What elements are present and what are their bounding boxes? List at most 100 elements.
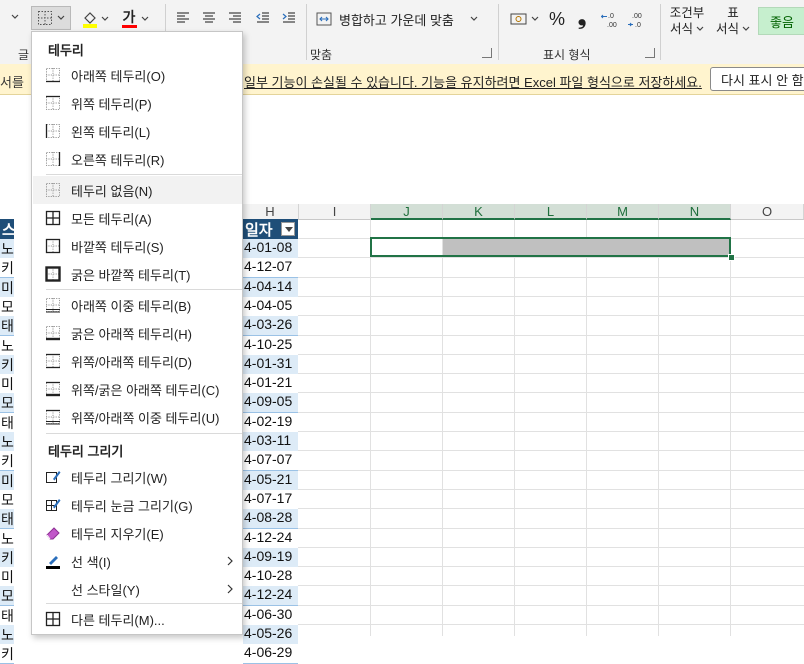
menu-item-bottom-double-border[interactable]: 아래쪽 이중 테두리(B) xyxy=(33,291,242,319)
table-cell[interactable]: 모 xyxy=(0,393,14,414)
table-cell[interactable]: 태 xyxy=(0,412,14,433)
table-cell[interactable]: 노 xyxy=(0,432,14,452)
menu-item-all-borders[interactable]: 모든 테두리(A) xyxy=(33,204,242,232)
menu-item-top-thick-bottom-border[interactable]: 위쪽/굵은 아래쪽 테두리(C) xyxy=(33,375,242,403)
date-cell[interactable]: 4-10-28 xyxy=(243,567,298,588)
date-cell[interactable]: 4-12-24 xyxy=(243,528,298,549)
fill-color-button[interactable] xyxy=(80,8,110,30)
date-cell[interactable]: 4-08-28 xyxy=(243,509,298,530)
percent-style-button[interactable]: % xyxy=(546,7,568,31)
alignment-dialog-launcher[interactable] xyxy=(482,48,492,58)
column-header-j[interactable]: J xyxy=(371,204,443,220)
menu-item-more-borders[interactable]: 다른 테두리(M)... xyxy=(33,605,242,633)
table-header-cell[interactable]: 스 xyxy=(0,219,14,239)
table-cell[interactable]: 키 xyxy=(0,451,14,472)
date-cell[interactable]: 4-09-05 xyxy=(243,393,298,414)
menu-item-bottom-border[interactable]: 아래쪽 테두리(O) xyxy=(33,61,242,89)
date-cell[interactable]: 4-05-21 xyxy=(243,470,298,491)
accounting-format-button[interactable] xyxy=(506,9,542,29)
table-cell[interactable]: 노 xyxy=(0,239,14,259)
decrease-indent-button[interactable] xyxy=(254,10,272,26)
date-cell[interactable]: 4-03-11 xyxy=(243,432,298,452)
table-cell[interactable]: 키 xyxy=(0,354,14,375)
date-cell[interactable]: 4-03-26 xyxy=(243,316,298,337)
column-header-o[interactable]: O xyxy=(731,204,804,220)
menu-item-eraser[interactable]: 테두리 지우기(E) xyxy=(33,519,242,547)
menu-item-draw-border-grid[interactable]: 테두리 눈금 그리기(G) xyxy=(33,491,242,519)
menu-item-right-border[interactable]: 오른쪽 테두리(R) xyxy=(33,145,242,173)
filter-dropdown-button[interactable] xyxy=(281,222,295,236)
column-header-m[interactable]: M xyxy=(587,204,659,220)
menu-item-top-bottom-border[interactable]: 위쪽/아래쪽 테두리(D) xyxy=(33,347,242,375)
date-cell[interactable]: 4-07-17 xyxy=(243,489,298,510)
menu-item-line-color[interactable]: 선 색(I) xyxy=(33,547,242,575)
table-cell[interactable]: 미 xyxy=(0,277,14,298)
date-cell[interactable]: 4-01-31 xyxy=(243,354,298,375)
menu-item-no-border[interactable]: 테두리 없음(N) xyxy=(33,176,242,204)
table-cell[interactable]: 미 xyxy=(0,374,14,395)
menu-item-thick-outside-borders[interactable]: 굵은 바깥쪽 테두리(T) xyxy=(33,260,242,288)
menu-item-thick-bottom-border[interactable]: 굵은 아래쪽 테두리(H) xyxy=(33,319,242,347)
column-header-k[interactable]: K xyxy=(443,204,515,220)
align-center-button[interactable] xyxy=(200,10,218,26)
table-cell[interactable]: 키 xyxy=(0,547,14,568)
font-color-button[interactable]: 가 xyxy=(118,8,152,30)
increase-decimal-button[interactable]: .0.00 xyxy=(600,8,622,30)
table-cell[interactable]: 노 xyxy=(0,335,14,356)
message-text[interactable]: 일부 기능이 손실될 수 있습니다. 기능을 유지하려면 Excel 파일 형식… xyxy=(244,72,702,91)
good-cell-style[interactable]: 좋음 xyxy=(758,7,804,35)
format-as-table-button[interactable]: 표 서식 xyxy=(711,3,755,39)
table-cell[interactable]: 태 xyxy=(0,509,14,530)
table-cell[interactable]: 노 xyxy=(0,625,14,645)
menu-item-outside-borders[interactable]: 바깥쪽 테두리(S) xyxy=(33,232,242,260)
column-header-l[interactable]: L xyxy=(515,204,587,220)
eraser-icon xyxy=(45,525,61,541)
menu-item-top-border[interactable]: 위쪽 테두리(P) xyxy=(33,89,242,117)
date-cell[interactable]: 4-06-29 xyxy=(243,644,298,664)
menu-item-line-style[interactable]: 선 스타일(Y) xyxy=(33,575,242,603)
date-cell[interactable]: 4-12-07 xyxy=(243,258,298,279)
date-cell[interactable]: 4-04-14 xyxy=(243,277,298,298)
date-cell[interactable]: 4-10-25 xyxy=(243,335,298,356)
comma-style-button[interactable]: ❟ xyxy=(573,4,591,30)
menu-item-top-double-bottom-border[interactable]: 위쪽/아래쪽 이중 테두리(U) xyxy=(33,403,242,431)
borders-button[interactable] xyxy=(31,6,71,30)
table-cell[interactable]: 태 xyxy=(0,605,14,626)
date-cell[interactable]: 4-12-24 xyxy=(243,586,298,607)
column-header-i[interactable]: I xyxy=(299,204,371,220)
table-cell[interactable]: 키 xyxy=(0,258,14,279)
align-right-button[interactable] xyxy=(226,10,244,26)
date-cell[interactable]: 4-05-26 xyxy=(243,625,298,645)
dont-show-again-button[interactable]: 다시 표시 안 함 xyxy=(710,67,804,91)
table-cell[interactable]: 모 xyxy=(0,296,14,317)
table-cell[interactable]: 미 xyxy=(0,470,14,491)
number-dialog-launcher[interactable] xyxy=(645,48,655,58)
table-cell[interactable]: 모 xyxy=(0,586,14,607)
date-cell[interactable]: 4-06-30 xyxy=(243,605,298,626)
menu-item-left-border[interactable]: 왼쪽 테두리(L) xyxy=(33,117,242,145)
date-cell[interactable]: 4-01-21 xyxy=(243,374,298,395)
table-cell[interactable]: 키 xyxy=(0,644,14,664)
table-cell[interactable]: 태 xyxy=(0,316,14,337)
decrease-decimal-button[interactable]: .00.0 xyxy=(627,8,649,30)
increase-indent-button[interactable] xyxy=(280,10,298,26)
date-cell[interactable]: 4-01-08 xyxy=(243,239,298,259)
table-cell[interactable]: 모 xyxy=(0,489,14,510)
merge-center-button[interactable]: 병합하고 가운데 맞춤 xyxy=(316,8,484,30)
menu-item-draw-border[interactable]: 테두리 그리기(W) xyxy=(33,463,242,491)
date-cell[interactable]: 4-02-19 xyxy=(243,412,298,433)
date-cell[interactable]: 4-04-05 xyxy=(243,296,298,317)
column-header-n[interactable]: N xyxy=(659,204,731,220)
column-header-h[interactable]: H xyxy=(242,204,299,220)
conditional-formatting-button[interactable]: 조건부 서식 xyxy=(664,3,710,39)
selection-range[interactable] xyxy=(370,237,731,257)
table-cell[interactable]: 노 xyxy=(0,528,14,549)
table-cell[interactable]: 미 xyxy=(0,567,14,588)
fill-handle[interactable] xyxy=(728,254,735,261)
chevron-down-icon[interactable] xyxy=(10,10,20,24)
align-left-button[interactable] xyxy=(174,10,192,26)
line-color-icon xyxy=(45,553,61,569)
date-cell[interactable]: 4-09-19 xyxy=(243,547,298,568)
date-cell[interactable]: 4-07-07 xyxy=(243,451,298,472)
menu-separator xyxy=(46,289,242,290)
